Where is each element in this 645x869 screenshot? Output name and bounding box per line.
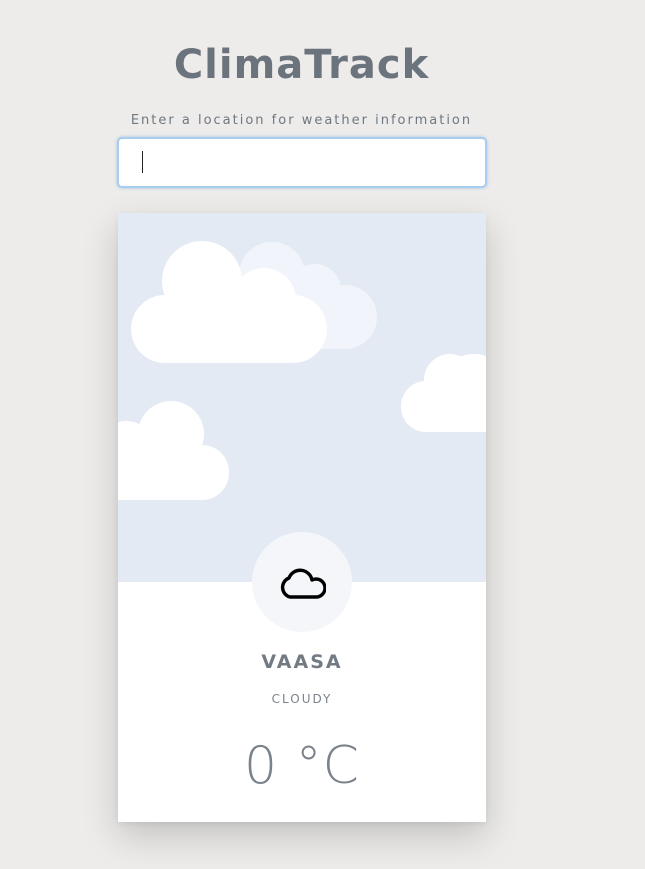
clouds-illustration — [118, 241, 486, 500]
location-prompt: Enter a location for weather information — [130, 113, 473, 128]
weather-condition: CLOUDY — [271, 692, 333, 706]
right-cloud — [401, 354, 486, 432]
temperature: 0 °C — [244, 736, 360, 796]
text-caret — [142, 151, 143, 173]
weather-icon-badge — [252, 532, 352, 632]
cloud-icon — [280, 568, 326, 599]
location-search-input[interactable] — [117, 137, 487, 188]
sky-illustration — [118, 213, 486, 582]
weather-card: VAASA CLOUDY 0 °C — [118, 213, 486, 822]
app-title: ClimaTrack — [173, 42, 430, 88]
city-name: VAASA — [261, 651, 343, 673]
lower-left-cloud — [118, 401, 229, 500]
